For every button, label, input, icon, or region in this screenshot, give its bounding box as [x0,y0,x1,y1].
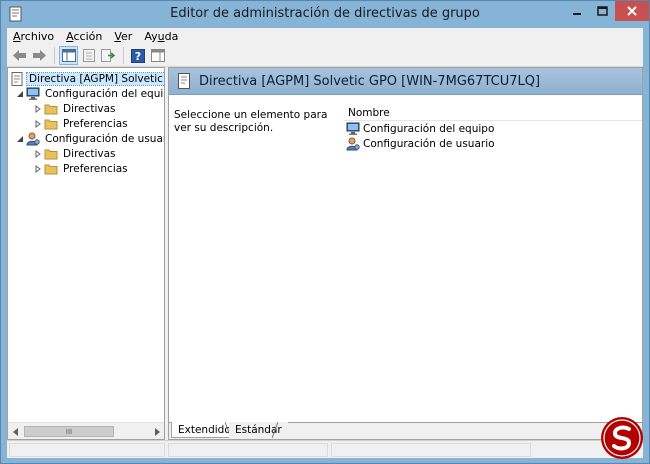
collapse-arrow-icon[interactable] [15,134,24,143]
expand-arrow-icon[interactable] [33,104,42,113]
minimize-button[interactable] [564,1,590,21]
gpo-editor-window: Editor de administración de directivas d… [0,0,650,464]
policy-document-icon [178,73,190,89]
maximize-button[interactable] [590,1,615,21]
tree-item-computer-directivas[interactable]: Directivas [33,101,117,116]
show-hide-tree-icon [61,49,76,62]
computer-icon [26,87,40,100]
policy-tree: Directiva [AGPM] Solvetic GPO Configurac… [8,68,164,423]
toolbar: ? [7,45,643,67]
tree-item-label: Configuración del equipo [45,87,164,100]
tree-item-computer-config[interactable]: Configuración del equipo [15,86,164,101]
scroll-thumb[interactable]: III [24,426,114,437]
folder-icon [44,119,58,129]
status-segment [331,443,531,457]
tree-item-label: Directivas [63,147,116,160]
help-button[interactable]: ? [128,46,147,65]
status-bar [7,440,643,458]
list-item-label: Configuración del equipo [363,122,495,135]
details-header: Directiva [AGPM] Solvetic GPO [WIN-7MG67… [169,68,642,95]
description-text: Seleccione un elemento para ver su descr… [174,109,328,134]
folder-icon [44,164,58,174]
tree-item-computer-preferencias[interactable]: Preferencias [33,116,130,131]
maximize-icon [597,6,608,16]
toolbar-separator [123,47,124,64]
menu-ver[interactable]: Ver [108,30,138,43]
tree-item-label: Directiva [AGPM] Solvetic GPO [26,71,164,86]
list-item[interactable]: Configuración del equipo [344,121,642,136]
tree-item-user-config[interactable]: Configuración de usuario [15,131,164,146]
view-tabs: Extendido Estándar [169,422,642,439]
content-area: Directiva [AGPM] Solvetic GPO Configurac… [7,67,643,440]
back-arrow-icon [13,50,26,61]
folder-icon [44,104,58,114]
show-hide-tree-button[interactable] [59,46,78,65]
expand-arrow-icon[interactable] [33,164,42,173]
scroll-left-arrow-icon [12,427,18,436]
window-title: Editor de administración de directivas d… [170,6,480,21]
list-item-label: Configuración de usuario [363,137,495,150]
tab-standard[interactable]: Estándar [229,422,288,438]
title-bar[interactable]: Editor de administración de directivas d… [1,1,649,28]
close-button[interactable] [615,1,649,21]
properties-icon [82,49,95,62]
tree-item-root[interactable]: Directiva [AGPM] Solvetic GPO [10,71,164,86]
details-title: Directiva [AGPM] Solvetic GPO [WIN-7MG67… [199,73,541,89]
svg-text:?: ? [134,50,140,63]
properties-button[interactable] [79,46,98,65]
expand-arrow-icon[interactable] [33,149,42,158]
column-header-name[interactable]: Nombre [344,105,642,121]
tree-item-user-directivas[interactable]: Directivas [33,146,117,161]
export-list-button[interactable] [99,46,118,65]
minimize-icon [573,13,581,15]
tree-item-user-preferencias[interactable]: Preferencias [33,161,130,176]
tree-item-label: Directivas [63,102,116,115]
action-pane-icon [150,49,165,62]
menu-bar: Archivo Acción Ver Ayuda [7,28,643,45]
policy-document-icon [11,71,23,86]
action-pane-button[interactable] [148,46,167,65]
folder-icon [44,149,58,159]
computer-icon [346,122,360,135]
close-icon [627,6,637,16]
menu-archivo[interactable]: Archivo [7,30,60,43]
back-button[interactable] [10,46,29,65]
status-segment [9,443,165,457]
menu-accion[interactable]: Acción [60,30,108,43]
export-list-icon [101,49,116,62]
menu-ayuda[interactable]: Ayuda [138,30,184,43]
tree-item-label: Configuración de usuario [45,132,164,145]
tree-pane: Directiva [AGPM] Solvetic GPO Configurac… [7,67,165,440]
list-item[interactable]: Configuración de usuario [344,136,642,151]
user-icon [26,132,40,145]
tab-divider [272,422,278,438]
tree-item-label: Preferencias [63,117,128,130]
toolbar-separator [54,47,55,64]
details-pane: Directiva [AGPM] Solvetic GPO [WIN-7MG67… [168,67,643,440]
help-icon: ? [130,48,145,63]
user-icon [346,137,360,150]
tree-horizontal-scrollbar[interactable]: III [8,422,164,439]
tree-item-label: Preferencias [63,162,128,175]
scroll-right-arrow-icon [154,427,160,436]
solvetic-logo-icon [601,417,643,459]
status-segment [168,443,328,457]
scroll-right-button[interactable] [150,425,163,438]
scroll-left-button[interactable] [9,425,22,438]
forward-arrow-icon [33,50,46,61]
forward-button[interactable] [30,46,49,65]
expand-arrow-icon[interactable] [33,119,42,128]
details-list: Nombre Configuración del equipo Configur… [344,105,642,151]
collapse-arrow-icon[interactable] [15,89,24,98]
